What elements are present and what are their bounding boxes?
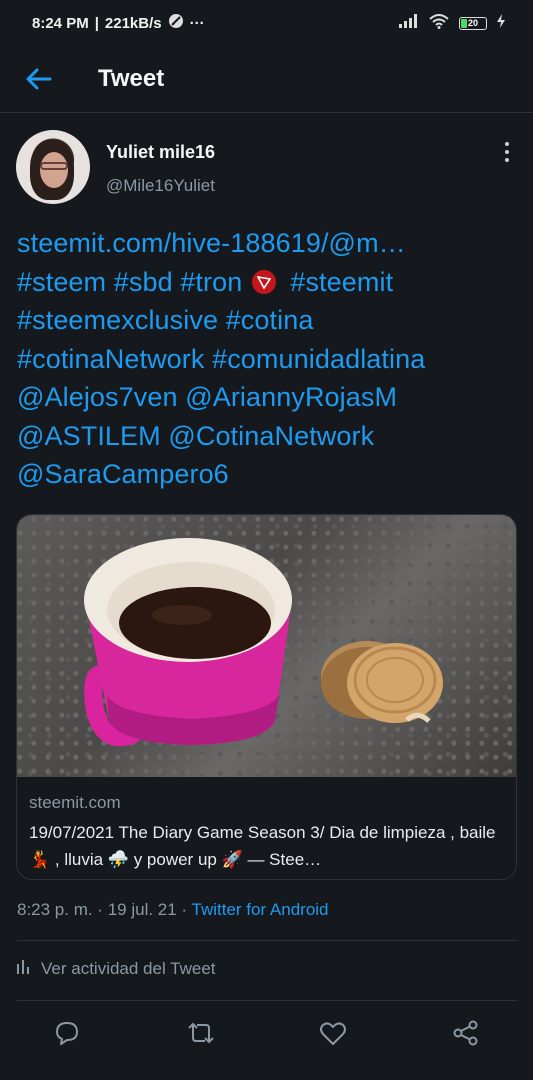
coffee-cup-photo [84, 538, 443, 747]
hashtag-group[interactable]: #cotinaNetwork #comunidadlatina [17, 340, 425, 379]
card-image[interactable] [17, 515, 516, 777]
status-speed: 221kB/s [104, 14, 162, 32]
tron-emoji-icon [252, 269, 277, 294]
like-heart-icon[interactable] [318, 1018, 348, 1048]
reply-icon[interactable] [52, 1018, 82, 1048]
wifi-icon [429, 13, 449, 33]
status-bar: 8:24 PM | 221kB/s ··· 20 [0, 0, 533, 46]
charging-icon [497, 14, 505, 32]
avatar[interactable] [16, 130, 90, 204]
author-name[interactable]: Yuliet mile16 [106, 142, 215, 163]
tweet-link[interactable]: steemit.com/hive-188619/@m… [17, 224, 406, 263]
tweet-actions [0, 1014, 533, 1054]
hashtag-group[interactable]: #steemexclusive #cotina [17, 301, 313, 340]
mention-group[interactable]: @Alejos7ven @AriannyRojasM [17, 378, 397, 417]
divider [17, 940, 517, 941]
bar-chart-icon [17, 958, 31, 979]
view-activity-row[interactable]: Ver actividad del Tweet [17, 958, 216, 979]
vpn-icon [168, 13, 184, 33]
status-time: 8:24 PM [32, 14, 89, 32]
mention-group[interactable]: @SaraCampero6 [17, 455, 229, 494]
arrow-left-icon[interactable] [24, 64, 54, 94]
page-title: Tweet [98, 65, 165, 92]
tweet-body: steemit.com/hive-188619/@m… #steem #sbd … [17, 224, 517, 494]
more-options-icon[interactable] [503, 142, 511, 162]
status-more: ··· [189, 14, 205, 32]
battery-icon: 20 [459, 16, 487, 30]
tweet-timestamp: 8:23 p. m. · 19 jul. 21 · Twitter for An… [17, 900, 329, 920]
author-handle[interactable]: @Mile16Yuliet [106, 176, 215, 196]
signal-icon [399, 14, 419, 32]
retweet-icon[interactable] [186, 1018, 216, 1048]
tweet-author: Yuliet mile16 @Mile16Yuliet [16, 130, 517, 206]
divider [17, 1000, 517, 1001]
view-activity-label: Ver actividad del Tweet [41, 958, 216, 978]
hashtag-steemit[interactable]: #steemit [290, 263, 393, 302]
card-domain: steemit.com [29, 793, 121, 812]
tweet-time: 8:23 p. m. · 19 jul. 21 · [17, 900, 192, 919]
link-preview-card[interactable]: steemit.com 19/07/2021 The Diary Game Se… [16, 514, 517, 880]
card-title: 19/07/2021 The Diary Game Season 3/ Dia … [29, 823, 496, 869]
hashtag-group[interactable]: #steem #sbd #tron [17, 263, 242, 302]
mention-group[interactable]: @ASTILEM @CotinaNetwork [17, 417, 374, 456]
share-icon[interactable] [451, 1018, 481, 1048]
tweet-source-link[interactable]: Twitter for Android [192, 900, 329, 919]
top-app-bar: Tweet [0, 46, 533, 113]
